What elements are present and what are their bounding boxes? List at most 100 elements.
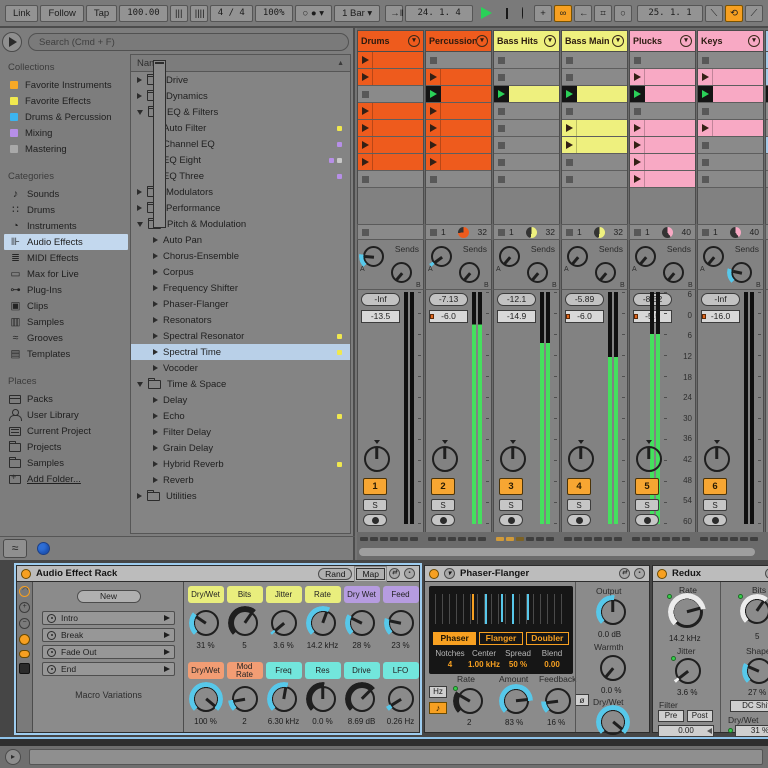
macro-knob[interactable] xyxy=(271,610,297,636)
clip-launch-button[interactable] xyxy=(494,154,509,170)
macro-knob[interactable] xyxy=(349,686,375,712)
variation-item[interactable]: Fade Out xyxy=(42,645,175,659)
launch-variation-icon[interactable] xyxy=(164,615,170,621)
clip-launch-button[interactable] xyxy=(426,52,441,68)
add-macro-icon[interactable]: + xyxy=(19,602,30,613)
shape-value[interactable]: 27 % xyxy=(748,688,766,697)
clip-launch-button[interactable] xyxy=(358,171,373,187)
category-item[interactable]: ▣ Clips xyxy=(4,298,128,314)
clip-launch-button[interactable] xyxy=(494,137,509,153)
macros-toggle-icon[interactable] xyxy=(19,634,30,645)
loop-start-field[interactable]: 25. 1. 1 xyxy=(637,5,703,22)
launch-variation-icon[interactable] xyxy=(164,649,170,655)
macro-variations-toggle-icon[interactable]: ◠ xyxy=(19,586,30,597)
disclosure-arrow-icon[interactable] xyxy=(137,205,142,211)
map-button[interactable]: Map xyxy=(356,568,385,580)
track-activator-button[interactable]: 3 xyxy=(499,478,523,495)
clip-launch-button[interactable] xyxy=(698,154,713,170)
send-a-knob[interactable] xyxy=(431,246,452,267)
param-value[interactable]: 50 % xyxy=(501,660,535,669)
clip-launch-button[interactable] xyxy=(630,154,645,170)
arm-button[interactable] xyxy=(567,514,591,526)
list-item[interactable]: Reverb xyxy=(131,472,350,488)
amount-value[interactable]: 83 % xyxy=(505,718,523,727)
clip-launch-button[interactable] xyxy=(494,103,509,119)
device-redux[interactable]: Redux ⇄ ▪ Rate 14.2 kHz Jitter 3.6 % Fil… xyxy=(652,565,768,733)
warmth-value[interactable]: 0.0 % xyxy=(601,686,621,695)
shape-knob[interactable] xyxy=(746,658,768,684)
clip-launch-button[interactable] xyxy=(630,171,645,187)
clip-slot[interactable] xyxy=(358,137,423,154)
clip-launch-button[interactable] xyxy=(494,69,509,85)
macro-knob[interactable] xyxy=(310,610,336,636)
clip-launch-button[interactable] xyxy=(358,69,373,85)
chevron-down-icon[interactable]: ▾ xyxy=(748,35,760,47)
camera-icon[interactable] xyxy=(47,631,56,640)
disclosure-arrow-icon[interactable] xyxy=(153,413,158,419)
clip-slot[interactable] xyxy=(494,52,559,69)
chevron-down-icon[interactable]: ▾ xyxy=(680,35,692,47)
clip-launch-button[interactable] xyxy=(358,86,373,102)
filter-pre-button[interactable]: Pre xyxy=(658,710,684,722)
feedback-value[interactable]: 16 % xyxy=(547,718,565,727)
clip-slot[interactable] xyxy=(426,52,491,69)
send-b-knob[interactable] xyxy=(595,262,616,283)
macro-value[interactable]: 0.0 % xyxy=(312,717,332,726)
macro-knob[interactable] xyxy=(271,686,297,712)
volume-field[interactable]: -6.0 xyxy=(429,310,468,323)
category-item[interactable]: ⊪ Audio Effects xyxy=(4,234,128,250)
launch-variation-icon[interactable] xyxy=(164,666,170,672)
link-button[interactable]: Link xyxy=(5,5,38,22)
disclosure-arrow-icon[interactable] xyxy=(153,333,158,339)
macro-value[interactable]: 23 % xyxy=(391,641,409,650)
jump-to-playhead-icon[interactable]: →‖ xyxy=(385,5,403,22)
filter-freq-slider[interactable]: 0.00 xyxy=(658,725,714,737)
clip-launch-button[interactable] xyxy=(358,154,373,170)
macro-value[interactable]: 6.30 kHz xyxy=(268,717,300,726)
jitter-knob[interactable] xyxy=(675,658,701,684)
disclosure-arrow-icon[interactable] xyxy=(137,382,143,387)
clip-launch-button[interactable] xyxy=(698,120,713,136)
send-a-knob[interactable] xyxy=(499,246,520,267)
device-title-bar[interactable]: Audio Effect Rack Rand Map ⇄ ▪ xyxy=(17,566,419,582)
camera-icon[interactable] xyxy=(47,648,56,657)
clip-slot[interactable] xyxy=(630,86,695,103)
clip-launch-button[interactable] xyxy=(494,52,509,68)
clip-slot[interactable] xyxy=(426,137,491,154)
chevron-down-icon[interactable]: ▾ xyxy=(476,35,488,47)
macro-knob[interactable] xyxy=(388,686,414,712)
tempo-field[interactable]: 100.00 xyxy=(119,5,168,22)
macro-knob[interactable] xyxy=(193,610,219,636)
remove-macro-icon[interactable]: − xyxy=(19,618,30,629)
hotswap-icon[interactable]: ⇄ xyxy=(619,568,630,579)
automation-arm-icon[interactable]: ∞ xyxy=(554,5,572,22)
device-phaser-flanger[interactable]: ▾ Phaser-Flanger ⇄ ▪ PhaserFlangerDouble… xyxy=(424,565,650,733)
mode-button[interactable]: Phaser xyxy=(433,632,476,645)
clip-launch-button[interactable] xyxy=(426,137,441,153)
list-item[interactable]: Time & Space xyxy=(131,376,350,392)
stop-square-icon[interactable] xyxy=(430,229,437,236)
clip-slot[interactable] xyxy=(698,171,763,188)
volume-display[interactable]: -7.13 xyxy=(429,293,468,306)
clip-launch-button[interactable] xyxy=(562,103,577,119)
solo-button[interactable]: S xyxy=(499,499,523,511)
pan-knob[interactable] xyxy=(364,446,390,472)
clip-slot[interactable] xyxy=(630,171,695,188)
clip-slot[interactable] xyxy=(426,86,491,103)
clip-launch-button[interactable] xyxy=(426,69,441,85)
device-chain-overview[interactable] xyxy=(697,534,764,544)
punch-out-icon[interactable]: ⟋ xyxy=(745,5,763,22)
send-a-knob[interactable] xyxy=(635,246,656,267)
macro-value[interactable]: 14.2 kHz xyxy=(307,641,339,650)
filter-post-button[interactable]: Post xyxy=(687,710,713,722)
track-header[interactable]: Plucks ▾ xyxy=(629,30,696,52)
disclosure-arrow-icon[interactable] xyxy=(153,429,158,435)
pan-knob[interactable] xyxy=(704,446,730,472)
list-item[interactable]: Chorus-Ensemble xyxy=(131,248,350,264)
device-title-bar[interactable]: ▾ Phaser-Flanger ⇄ ▪ xyxy=(425,566,649,582)
clip-slot[interactable] xyxy=(630,103,695,120)
stop-square-icon[interactable] xyxy=(362,229,369,236)
disclosure-arrow-icon[interactable] xyxy=(153,365,158,371)
clip-slot[interactable] xyxy=(494,120,559,137)
list-item[interactable]: Spectral Time xyxy=(131,344,350,360)
